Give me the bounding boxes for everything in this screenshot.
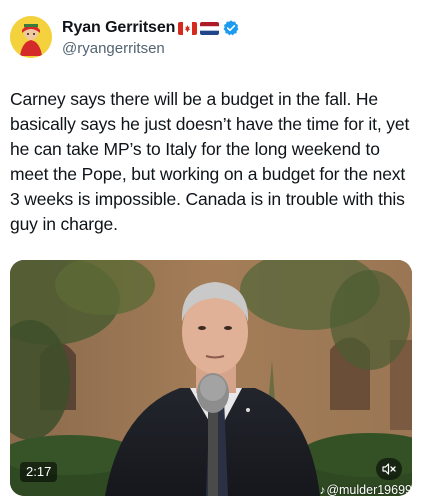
- verified-badge-icon: [223, 20, 239, 36]
- tweet-post: Ryan Gerritsen @ryangerritsen Carney say…: [0, 0, 422, 500]
- canada-flag-icon: [178, 21, 198, 35]
- tiktok-note-icon: ♪: [319, 483, 326, 496]
- avatar[interactable]: [10, 16, 52, 58]
- name-row: Ryan Gerritsen: [62, 18, 239, 38]
- muted-speaker-icon: [382, 463, 396, 475]
- watermark-handle: @mulder19699: [326, 483, 412, 496]
- video-thumbnail: [10, 260, 412, 496]
- tiktok-watermark: ♪@mulder19699: [319, 482, 412, 496]
- netherlands-flag-icon: [200, 21, 220, 35]
- mute-button[interactable]: [376, 458, 402, 480]
- display-name[interactable]: Ryan Gerritsen: [62, 18, 175, 38]
- tweet-text: Carney says there will be a budget in th…: [10, 89, 410, 234]
- tweet-header: Ryan Gerritsen @ryangerritsen: [10, 16, 239, 59]
- video-player[interactable]: 2:17 ♪@mulder19699: [10, 260, 412, 496]
- user-info: Ryan Gerritsen @ryangerritsen: [62, 18, 239, 59]
- user-handle[interactable]: @ryangerritsen: [62, 39, 239, 59]
- video-duration: 2:17: [20, 462, 58, 482]
